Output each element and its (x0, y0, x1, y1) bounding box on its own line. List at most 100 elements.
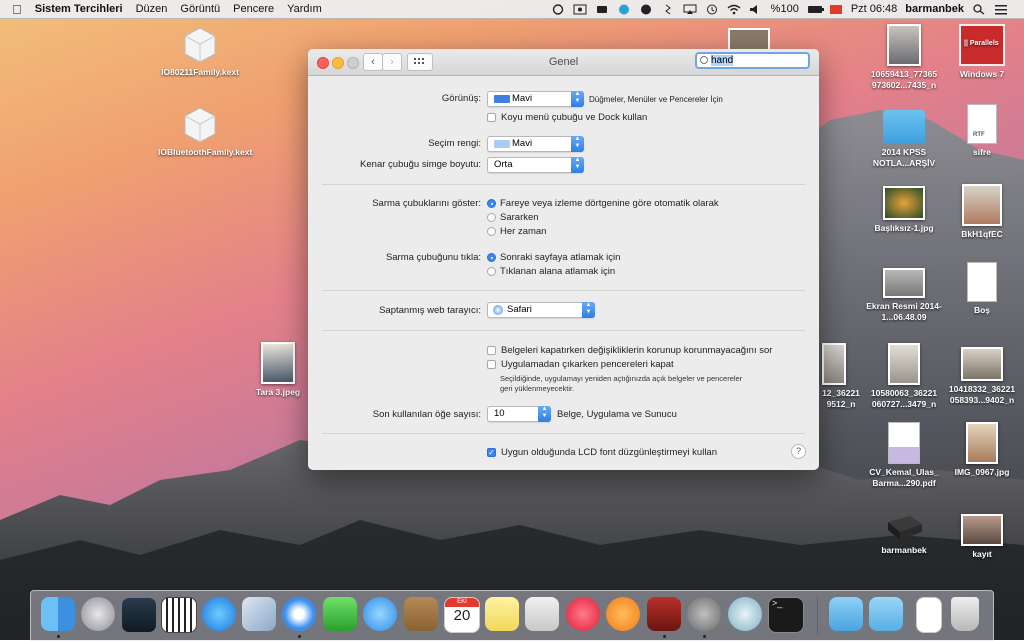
desktop-icon-basliksiz[interactable]: Başlıksız-1.jpg (862, 186, 946, 234)
desktop-icon-windows7[interactable]: || Parallels Windows 7 (940, 24, 1024, 80)
facetime-icon[interactable] (323, 597, 357, 631)
desktop-icon-sifre[interactable]: RTF sifre (940, 104, 1024, 158)
photo-booth-icon[interactable] (573, 4, 587, 15)
ask-keep-changes-checkbox[interactable]: Belgeleri kapatırken değişikliklerin kor… (487, 345, 772, 356)
skype-icon[interactable] (617, 4, 631, 15)
app-store-icon[interactable] (202, 597, 236, 631)
launchpad-icon[interactable] (81, 597, 115, 631)
menu-window[interactable]: Pencere (233, 3, 274, 15)
color-swatch (494, 140, 510, 148)
search-field[interactable]: hand (695, 52, 810, 69)
close-windows-checkbox[interactable]: Uygulamadan çıkarken pencereleri kapat (487, 359, 674, 370)
desktop-icon-kpss-folder[interactable]: 2014 KPSS NOTLA...ARŞİV (862, 106, 946, 169)
airplay-icon[interactable] (683, 4, 697, 15)
menu-bar:  Sistem Tercihleri Düzen Görüntü Pencer… (0, 0, 1024, 19)
scrollbars-always-radio[interactable]: Her zaman (487, 226, 546, 237)
time-machine-icon[interactable] (705, 4, 719, 15)
bluetooth-icon[interactable] (661, 4, 675, 15)
notes-icon[interactable] (485, 597, 519, 631)
desktop-icon-img1[interactable]: 10659413_77365 973602...7435_n (862, 24, 946, 91)
photo-booth-dock-icon[interactable] (647, 597, 681, 631)
messages-icon[interactable] (363, 597, 397, 631)
menu-view[interactable]: Görüntü (180, 3, 220, 15)
jump-clicked-spot-radio[interactable]: Tıklanan alana atlamak için (487, 266, 615, 277)
creative-cloud-icon[interactable] (551, 3, 565, 15)
menu-user[interactable]: barmanbek (905, 3, 964, 15)
desktop-icon-barmanbek[interactable]: barmanbek (862, 508, 946, 556)
desktop-icon-img0967[interactable]: IMG_0967.jpg (940, 422, 1024, 478)
desktop-icon-label: IOBluetoothFamily.kext (158, 147, 253, 157)
preview-icon[interactable] (242, 597, 276, 631)
radio-unselected (487, 227, 496, 236)
sidebar-icon-size-popup[interactable]: Orta ▲ ▼ (487, 157, 584, 173)
dark-menu-checkbox[interactable]: Koyu menü çubuğu ve Dock kullan (487, 112, 647, 123)
scrollbars-when-scrolling-radio[interactable]: Sararken (487, 212, 539, 223)
recent-items-popup[interactable]: 10 ▲ ▼ (487, 406, 551, 422)
menu-edit[interactable]: Düzen (136, 3, 168, 15)
folder-icon (883, 110, 925, 144)
general-preferences-window: ‹ › Genel hand Görünüş: Mavi ▲ ▼ Düğmeler… (308, 49, 819, 470)
contacts-icon[interactable] (404, 597, 438, 631)
menu-clock[interactable]: Pzt 06:48 (851, 3, 897, 15)
desktop-icon-iobluetooth[interactable]: IOBluetoothFamily.kext (158, 104, 253, 158)
disk-utility-icon[interactable] (728, 597, 762, 631)
system-preferences-icon[interactable] (687, 597, 721, 631)
mission-control-icon[interactable] (121, 597, 157, 633)
appearance-label: Görünüş: (441, 93, 481, 104)
finder-icon[interactable] (41, 597, 75, 631)
desktop-icon-bkh[interactable]: BkH1qfEC (940, 184, 1024, 240)
printer-icon[interactable] (595, 4, 609, 15)
menu-help[interactable]: Yardım (287, 3, 322, 15)
radio-selected (487, 199, 496, 208)
record-icon[interactable] (639, 4, 653, 15)
downloads-folder-icon[interactable] (869, 597, 903, 631)
jump-next-page-radio[interactable]: Sonraki sayfaya atlamak için (487, 252, 620, 263)
desktop-icon-label: BkH1qfEC (961, 229, 1003, 239)
desktop-icon-img4[interactable]: 10418332_36221 058393...9402_n (940, 347, 1024, 406)
photo-thumbnail (966, 422, 998, 464)
desktop-icon-label: kayıt (972, 549, 992, 559)
ibooks-icon[interactable] (606, 597, 640, 631)
scrollbars-auto-radio[interactable]: Fareye veya izleme dörtgenine göre otoma… (487, 198, 719, 209)
piano-app-icon[interactable] (161, 597, 197, 633)
desktop-icon-kayit[interactable]: kayıt (940, 508, 1024, 560)
photo-thumbnail (962, 184, 1002, 226)
desktop-icon-img3[interactable]: 10580063_36221 060727...3479_n (862, 343, 946, 410)
itunes-icon[interactable] (566, 597, 600, 631)
flag-icon[interactable] (829, 4, 843, 15)
trash-icon[interactable] (951, 597, 979, 631)
desktop-icon-ekran[interactable]: Ekran Resmi 2014-1...06.48.09 (862, 268, 946, 323)
appearance-popup[interactable]: Mavi ▲ ▼ (487, 91, 584, 107)
checkbox-checked-icon: ✓ (487, 448, 496, 457)
kext-icon (180, 24, 220, 64)
desktop-icon-label: CV_Kemal_Ulas_ Barma...290.pdf (869, 467, 939, 488)
reminders-icon[interactable] (525, 597, 559, 631)
document-stack-icon[interactable] (916, 597, 942, 633)
notification-center-icon[interactable] (994, 4, 1008, 15)
desktop-icon-io80211[interactable]: IO80211Family.kext (158, 24, 242, 78)
applications-folder-icon[interactable] (829, 597, 863, 631)
appearance-value: Mavi (512, 93, 533, 104)
help-button[interactable]: ? (791, 444, 806, 459)
running-indicator (57, 635, 60, 638)
desktop-icon-bos[interactable]: Boş (940, 262, 1024, 316)
safari-icon (493, 305, 503, 315)
calendar-icon[interactable]: EKİ 20 (444, 597, 480, 633)
desktop-icon-cv[interactable]: CV_Kemal_Ulas_ Barma...290.pdf (862, 422, 946, 489)
menu-app-name[interactable]: Sistem Tercihleri (35, 3, 123, 15)
popup-arrows-icon: ▲ ▼ (571, 136, 584, 152)
safari-dock-icon[interactable] (282, 597, 316, 631)
terminal-icon[interactable]: >_ (768, 597, 804, 633)
default-browser-popup[interactable]: Safari ▲ ▼ (487, 302, 595, 318)
apple-menu-icon[interactable]:  (12, 2, 22, 17)
battery-icon[interactable] (807, 4, 824, 15)
spotlight-icon[interactable] (972, 3, 986, 15)
checkbox-unchecked (487, 113, 496, 122)
prompt-icon: >_ (772, 598, 783, 608)
lcd-smoothing-checkbox[interactable]: ✓ Uygun olduğunda LCD font düzgünleştirm… (487, 447, 717, 458)
volume-icon[interactable] (749, 4, 763, 15)
photo-thumbnail (822, 343, 846, 385)
highlight-color-popup[interactable]: Mavi ▲ ▼ (487, 136, 584, 152)
battery-percent[interactable]: %100 (771, 3, 799, 15)
wifi-icon[interactable] (727, 4, 741, 15)
